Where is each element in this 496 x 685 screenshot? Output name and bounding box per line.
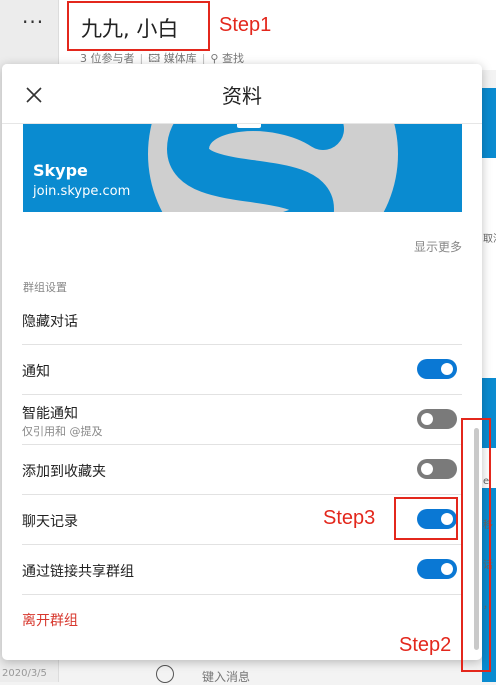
notifications-toggle[interactable] — [417, 359, 457, 379]
more-options-icon[interactable]: ··· — [22, 10, 44, 34]
peek-text: 取消 — [483, 234, 496, 245]
share-link-toggle[interactable] — [417, 559, 457, 579]
banner-title: Skype — [33, 161, 88, 180]
setting-label: 通过链接共享群组 — [22, 564, 134, 580]
hide-chat-row[interactable]: 隐藏对话 — [22, 294, 462, 345]
dialog-title: 资料 — [222, 84, 262, 108]
dialog-header: 资料 — [2, 64, 482, 124]
hide-chat-label: 隐藏对话 — [22, 314, 78, 330]
step3-highlight — [394, 497, 458, 540]
setting-label: 通知 — [22, 364, 50, 380]
group-banner: Skype join.skype.com — [23, 124, 462, 212]
setting-row-favorites: 添加到收藏夹 — [22, 444, 462, 495]
join-link[interactable]: join.skype.com — [33, 184, 130, 199]
setting-row-share-link: 通过链接共享群组 — [22, 544, 462, 595]
conversation-date: 2020/3/5 — [2, 668, 47, 679]
setting-label: 智能通知 — [22, 406, 78, 422]
setting-row-smart-notifications: 智能通知 仅引用和 @提及 — [22, 394, 462, 445]
step2-highlight — [461, 418, 491, 672]
step1-highlight — [67, 1, 210, 51]
section-label: 群组设置 — [23, 281, 67, 294]
favorites-toggle[interactable] — [417, 459, 457, 479]
leave-group-button[interactable]: 离开群组 — [22, 610, 78, 630]
setting-label: 添加到收藏夹 — [22, 464, 106, 480]
emoji-icon[interactable] — [156, 665, 174, 683]
message-input[interactable]: 键入消息 — [202, 668, 250, 685]
setting-row-notifications: 通知 — [22, 344, 462, 395]
show-more-link[interactable]: 显示更多 — [414, 238, 462, 255]
step2-label: Step2 — [399, 634, 452, 656]
smart-notifications-toggle[interactable] — [417, 409, 457, 429]
step1-label: Step1 — [219, 14, 272, 36]
setting-label: 聊天记录 — [22, 514, 78, 530]
profile-dialog: 资料 Skype join.skype.com 显示更多 群组设置 隐藏对话 通… — [2, 64, 482, 660]
compose-bar — [59, 660, 482, 682]
step3-label: Step3 — [323, 507, 376, 529]
setting-sublabel: 仅引用和 @提及 — [22, 425, 103, 438]
